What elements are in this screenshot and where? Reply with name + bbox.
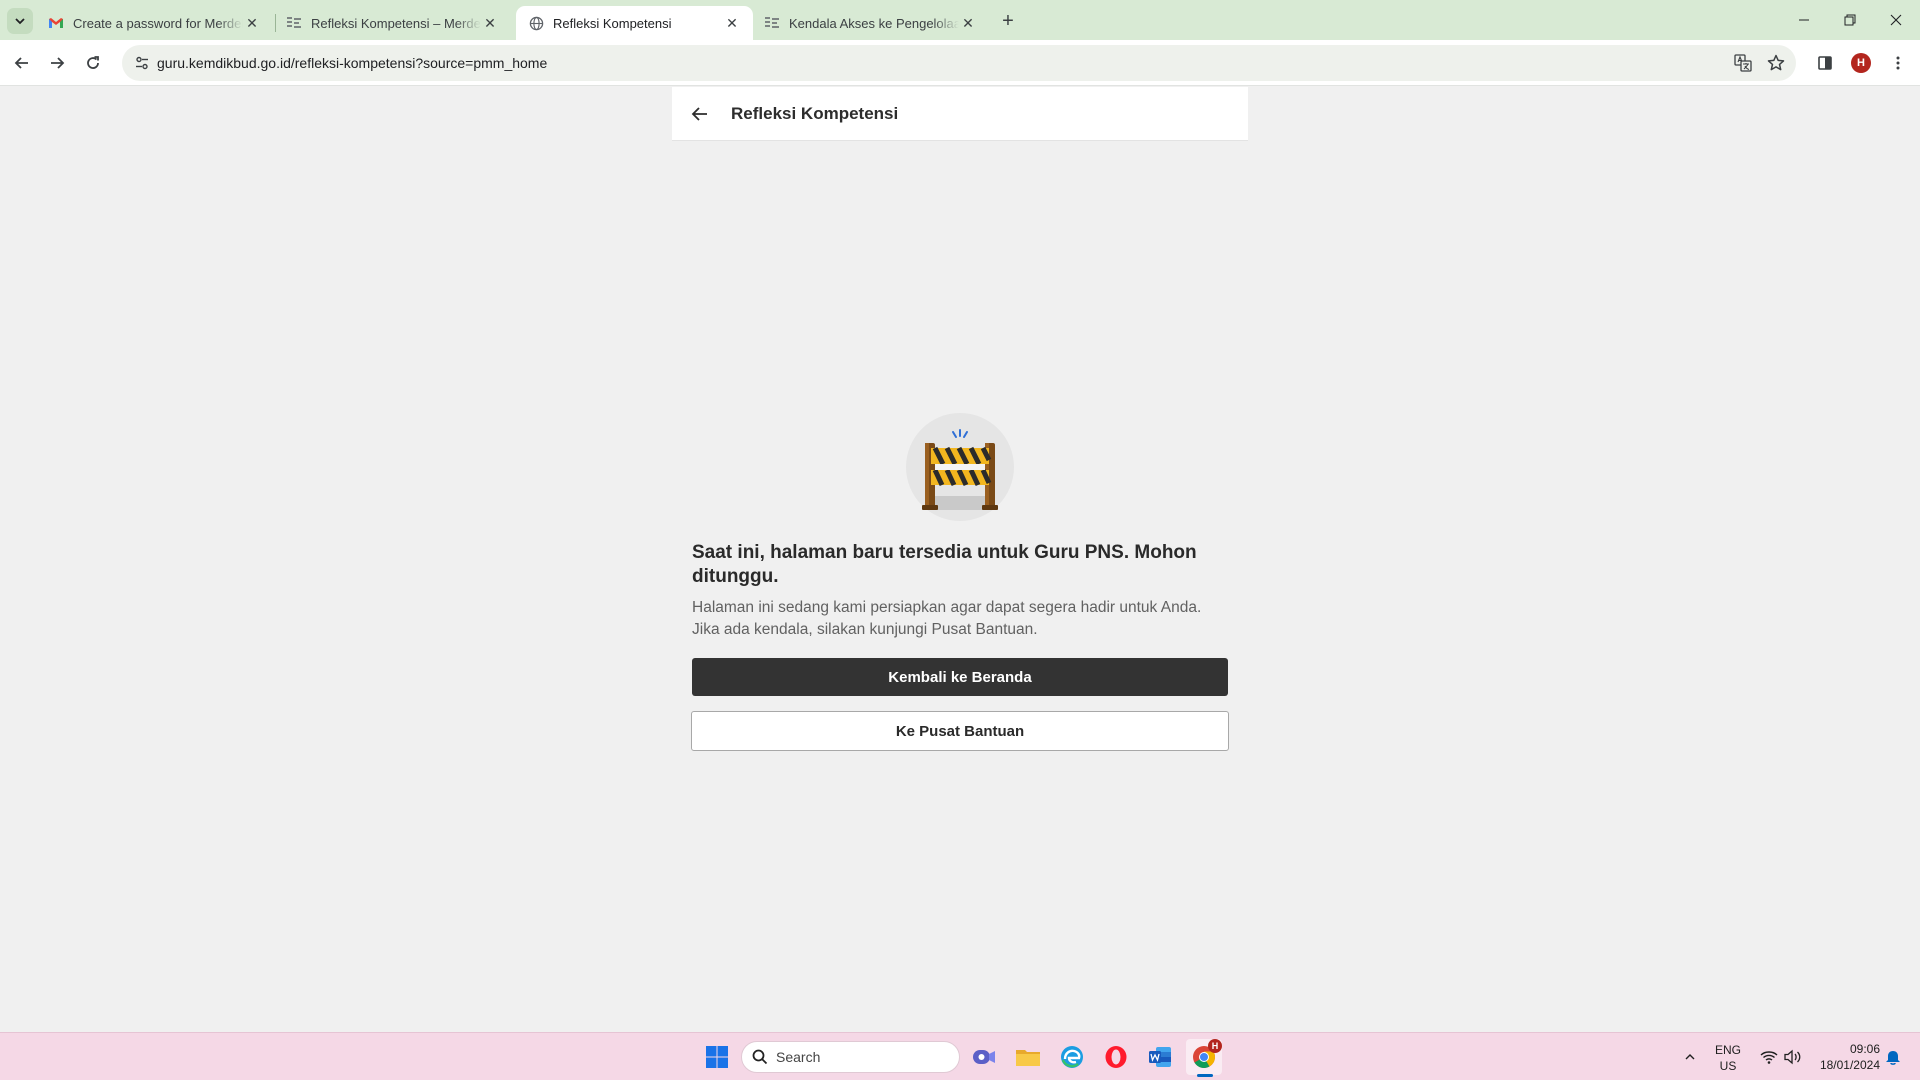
side-panel-button[interactable]	[1809, 47, 1841, 79]
file-explorer-icon[interactable]	[1010, 1039, 1046, 1075]
road-barrier-icon	[906, 413, 1014, 521]
show-hidden-icons-button[interactable]	[1672, 1039, 1708, 1075]
notification-bell-icon[interactable]	[1880, 1039, 1906, 1075]
windows-logo-icon	[706, 1046, 728, 1068]
tab-strip: Create a password for Merdeka ✕ Refleksi…	[0, 0, 1920, 40]
tab-title: Refleksi Kompetensi – Merdeka	[311, 15, 481, 31]
taskbar: Search H ENG US 09:06 18/01/2024	[0, 1032, 1920, 1080]
teams-meet-icon[interactable]	[966, 1039, 1002, 1075]
address-bar[interactable]: guru.kemdikbud.go.id/refleksi-kompetensi…	[122, 45, 1796, 81]
help-center-button[interactable]: Ke Pusat Bantuan	[691, 711, 1229, 751]
active-app-indicator	[1197, 1074, 1213, 1077]
language-indicator[interactable]: ENG US	[1705, 1042, 1751, 1074]
back-arrow-button[interactable]	[688, 102, 712, 126]
volume-icon[interactable]	[1780, 1039, 1806, 1075]
notice-description: Halaman ini sedang kami persiapkan agar …	[692, 599, 1202, 638]
profile-avatar[interactable]: H	[1851, 53, 1871, 73]
site-icon	[286, 15, 302, 31]
close-icon[interactable]: ✕	[481, 14, 499, 32]
restore-button[interactable]	[1827, 0, 1873, 40]
clock-time: 09:06	[1849, 1042, 1880, 1056]
browser-toolbar: guru.kemdikbud.go.id/refleksi-kompetensi…	[0, 40, 1920, 86]
region-code: US	[1719, 1059, 1737, 1073]
tab-title: Refleksi Kompetensi	[553, 15, 672, 31]
arrow-left-icon	[14, 57, 28, 69]
app-header: Refleksi Kompetensi	[672, 87, 1248, 141]
page-title: Refleksi Kompetensi	[731, 103, 899, 123]
tab-gmail[interactable]: Create a password for Merdeka ✕	[36, 6, 273, 40]
chrome-browser-icon[interactable]: H	[1186, 1039, 1222, 1075]
tab-refleksi-active[interactable]: Refleksi Kompetensi ✕	[516, 6, 753, 40]
site-info-icon[interactable]	[130, 51, 154, 75]
back-button[interactable]	[6, 47, 38, 79]
search-icon	[752, 1049, 768, 1065]
tab-search-button[interactable]	[7, 8, 33, 34]
chevron-up-icon	[1685, 1054, 1695, 1060]
restore-icon	[1844, 14, 1856, 26]
gmail-icon	[48, 15, 64, 31]
language-code: ENG	[1714, 1043, 1741, 1057]
close-icon[interactable]: ✕	[959, 14, 977, 32]
minimize-icon	[1799, 19, 1809, 21]
close-icon[interactable]: ✕	[723, 14, 741, 32]
taskbar-search[interactable]: Search	[741, 1041, 960, 1073]
site-icon	[764, 15, 780, 31]
menu-button[interactable]	[1882, 47, 1914, 79]
minimize-button[interactable]	[1781, 0, 1827, 40]
chevron-down-icon	[15, 18, 25, 25]
word-app-icon[interactable]	[1142, 1039, 1178, 1075]
edge-browser-icon[interactable]	[1054, 1039, 1090, 1075]
clock-date: 18/01/2024	[1819, 1058, 1880, 1072]
forward-button[interactable]	[41, 47, 73, 79]
translate-icon[interactable]	[1731, 51, 1755, 75]
url-text[interactable]: guru.kemdikbud.go.id/refleksi-kompetensi…	[157, 55, 547, 71]
chrome-profile-badge: H	[1208, 1039, 1222, 1053]
reload-button[interactable]	[77, 47, 109, 79]
notice-heading: Saat ini, halaman baru tersedia untuk Gu…	[692, 542, 1197, 587]
windows-start-button[interactable]	[699, 1039, 735, 1075]
globe-icon	[528, 15, 544, 31]
reload-icon	[87, 56, 99, 69]
close-window-button[interactable]	[1873, 0, 1919, 40]
tab-kendala[interactable]: Kendala Akses ke Pengelolaan ✕	[752, 6, 989, 40]
arrow-left-icon	[691, 106, 707, 121]
tab-refleksi-merdeka[interactable]: Refleksi Kompetensi – Merdeka ✕	[274, 6, 511, 40]
bookmark-star-icon[interactable]	[1764, 51, 1788, 75]
arrow-right-icon	[51, 57, 65, 69]
opera-browser-icon[interactable]	[1098, 1039, 1134, 1075]
wifi-icon[interactable]	[1756, 1039, 1782, 1075]
page-content: Refleksi Kompetensi Saat ini, halaman ba…	[0, 87, 1920, 1032]
side-panel-icon	[1818, 56, 1832, 70]
tab-title: Create a password for Merdeka	[73, 15, 243, 31]
new-tab-button[interactable]: +	[995, 8, 1021, 34]
back-to-home-button[interactable]: Kembali ke Beranda	[692, 658, 1228, 696]
more-vertical-icon	[1896, 56, 1900, 70]
clock[interactable]: 09:06 18/01/2024	[1808, 1041, 1880, 1073]
tab-title: Kendala Akses ke Pengelolaan	[789, 15, 959, 31]
search-placeholder: Search	[776, 1049, 821, 1065]
close-icon	[1890, 14, 1902, 26]
close-icon[interactable]: ✕	[243, 14, 261, 32]
